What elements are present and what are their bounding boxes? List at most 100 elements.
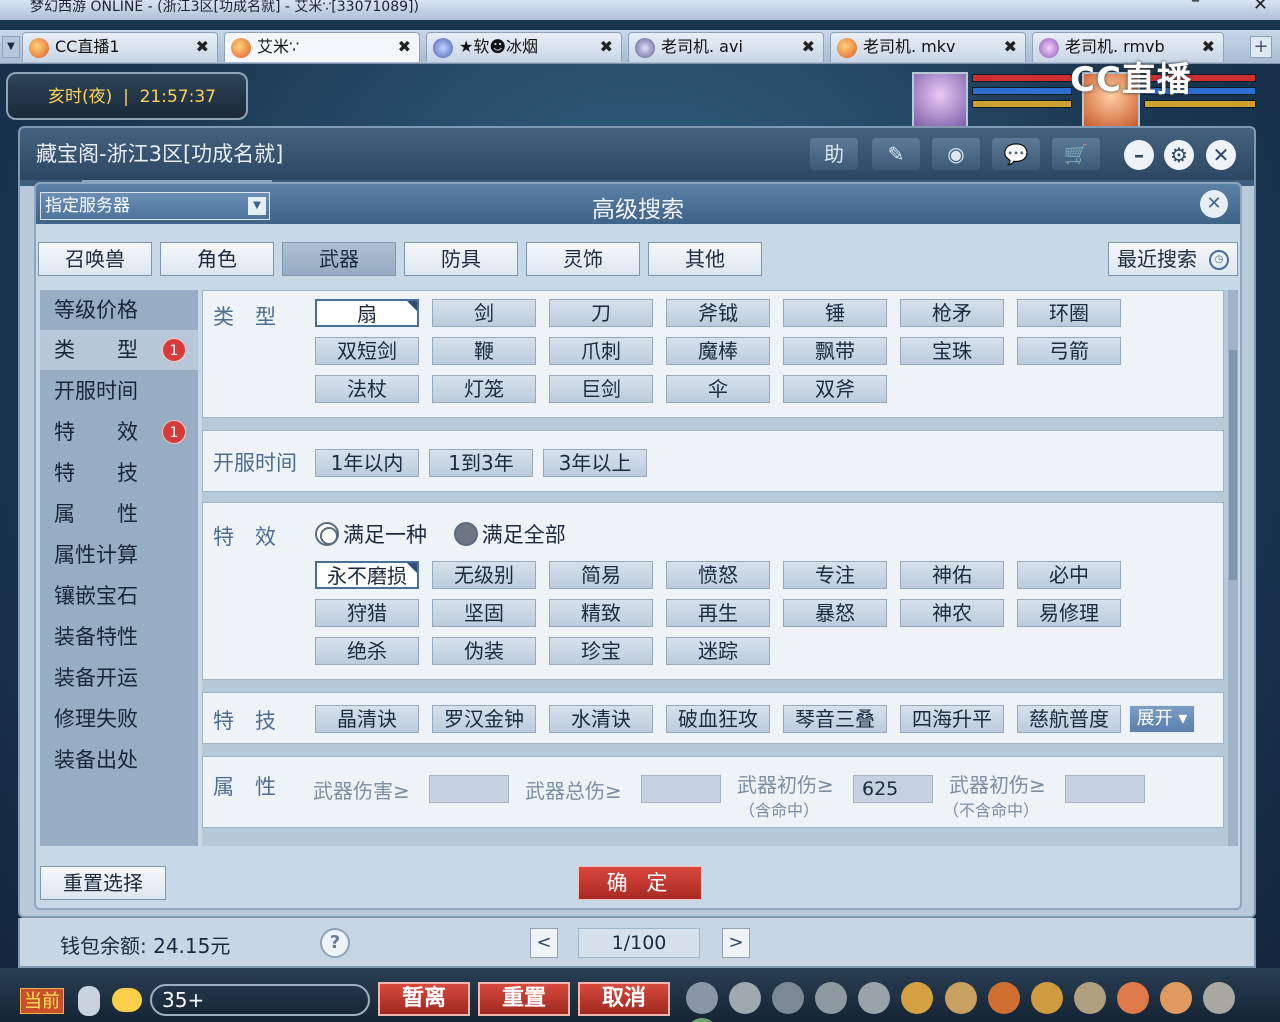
skill-option[interactable]: 罗汉金钟 <box>432 705 536 733</box>
weapon-type-option[interactable]: 法杖 <box>315 375 419 403</box>
radio-match-any[interactable]: 满足一种 <box>315 522 427 547</box>
weapon-type-option[interactable]: 鞭 <box>432 337 536 365</box>
item-icon[interactable] <box>729 982 762 1014</box>
weapon-type-option[interactable]: 枪矛 <box>900 299 1004 327</box>
away-button[interactable]: 暂离 <box>378 982 470 1016</box>
weapon-type-option[interactable]: 爪刺 <box>549 337 653 365</box>
close-tab-icon[interactable]: ✖ <box>196 33 209 61</box>
effect-option[interactable]: 狩猎 <box>315 599 419 627</box>
settings-icon[interactable]: ⚙ <box>1164 140 1194 170</box>
weapon-type-option[interactable]: 剑 <box>432 299 536 327</box>
give-icon[interactable] <box>772 982 805 1014</box>
weapon-type-option[interactable]: 环圈 <box>1017 299 1121 327</box>
activity-icon[interactable] <box>1116 982 1149 1014</box>
gang-icon[interactable] <box>987 982 1020 1014</box>
close-tab-icon[interactable]: ✖ <box>398 33 411 61</box>
tab-laosiji-mkv[interactable]: 老司机. mkv ✖ <box>830 32 1026 62</box>
nav-attr-calc[interactable]: 属性计算 <box>40 535 198 575</box>
tab-scroll-left-button[interactable]: ▼ <box>2 36 20 58</box>
option-within-1-year[interactable]: 1年以内 <box>315 449 419 477</box>
quick-icon[interactable] <box>1030 982 1063 1014</box>
tab-cc-live[interactable]: CC直播1 ✖ <box>22 32 218 62</box>
skill-option[interactable]: 四海升平 <box>900 705 1004 733</box>
nav-effect[interactable]: 特 效1 <box>40 412 198 452</box>
tab-armor[interactable]: 防具 <box>404 242 518 276</box>
nav-repair-fail[interactable]: 修理失败 <box>40 699 198 739</box>
initial-damage-with-hit-input[interactable]: 625 <box>853 775 933 803</box>
effect-option[interactable]: 必中 <box>1017 561 1121 589</box>
weapon-type-option[interactable]: 双斧 <box>783 375 887 403</box>
tab-summon-beast[interactable]: 召唤兽 <box>38 242 152 276</box>
help-icon[interactable]: ? <box>320 928 350 958</box>
pet-icon[interactable] <box>901 982 934 1014</box>
team-icon[interactable] <box>858 982 891 1014</box>
skill-option[interactable]: 破血狂攻 <box>666 705 770 733</box>
tab-weapon[interactable]: 武器 <box>282 242 396 276</box>
close-window-icon[interactable]: ✕ <box>1206 140 1236 170</box>
chat-icon[interactable]: 💬 <box>992 138 1040 170</box>
task-icon[interactable] <box>944 982 977 1014</box>
effect-option[interactable]: 专注 <box>783 561 887 589</box>
initial-damage-without-hit-input[interactable] <box>1065 775 1145 803</box>
nav-level-price[interactable]: 等级价格 <box>40 290 198 330</box>
effect-option[interactable]: 迷踪 <box>666 637 770 665</box>
weapon-type-option[interactable]: 锤 <box>783 299 887 327</box>
skill-option[interactable]: 水清诀 <box>549 705 653 733</box>
nav-attribute[interactable]: 属 性 <box>40 494 198 534</box>
weapon-type-option[interactable]: 双短剑 <box>315 337 419 365</box>
effect-option[interactable]: 珍宝 <box>549 637 653 665</box>
attack-icon[interactable] <box>686 982 718 1014</box>
edit-icon[interactable]: ✎ <box>872 138 920 170</box>
weapon-type-option[interactable]: 扇 <box>315 299 419 327</box>
close-icon[interactable]: ✕ <box>1253 0 1268 14</box>
record-icon[interactable]: ◉ <box>932 138 980 170</box>
effect-option[interactable]: 无级别 <box>432 561 536 589</box>
tab-ruanbingyan[interactable]: ★软☻冰烟 ✖ <box>426 32 622 62</box>
reset-selection-button[interactable]: 重置选择 <box>40 866 166 900</box>
minimize-window-icon[interactable]: – <box>1124 140 1154 170</box>
effect-option[interactable]: 伪装 <box>432 637 536 665</box>
close-tab-icon[interactable]: ✖ <box>600 33 613 61</box>
weapon-type-option[interactable]: 斧钺 <box>666 299 770 327</box>
add-tab-button[interactable]: + <box>1250 36 1272 58</box>
nav-equip-luck[interactable]: 装备开运 <box>40 658 198 698</box>
radio-match-all[interactable]: 满足全部 <box>453 522 566 547</box>
weapon-type-option[interactable]: 巨剑 <box>549 375 653 403</box>
effect-option[interactable]: 愤怒 <box>666 561 770 589</box>
help-game-icon[interactable] <box>686 1018 718 1022</box>
content-scrollbar[interactable] <box>1228 290 1238 846</box>
weapon-type-option[interactable]: 伞 <box>666 375 770 403</box>
effect-option[interactable]: 易修理 <box>1017 599 1121 627</box>
nav-skill[interactable]: 特 技 <box>40 453 198 493</box>
nav-server-time[interactable]: 开服时间 <box>40 371 198 411</box>
effect-option[interactable]: 坚固 <box>432 599 536 627</box>
close-tab-icon[interactable]: ✖ <box>1004 33 1017 61</box>
effect-option[interactable]: 绝杀 <box>315 637 419 665</box>
recent-search-button[interactable]: 最近搜索 ◷ <box>1108 242 1238 276</box>
weapon-type-option[interactable]: 刀 <box>549 299 653 327</box>
nav-equip-source[interactable]: 装备出处 <box>40 740 198 780</box>
chat-input[interactable]: 35+ <box>150 984 370 1016</box>
tab-ornament[interactable]: 灵饰 <box>526 242 640 276</box>
effect-option[interactable]: 简易 <box>549 561 653 589</box>
microphone-icon[interactable] <box>78 986 100 1016</box>
expand-skills-button[interactable]: 展开 ▾ <box>1129 705 1195 733</box>
nav-type[interactable]: 类 型1 <box>40 330 198 370</box>
skill-option[interactable]: 琴音三叠 <box>783 705 887 733</box>
prev-page-button[interactable]: < <box>530 928 558 958</box>
gift-icon[interactable] <box>1160 982 1193 1014</box>
effect-option[interactable]: 神佑 <box>900 561 1004 589</box>
friend-icon[interactable] <box>1073 982 1106 1014</box>
weapon-type-option[interactable]: 灯笼 <box>432 375 536 403</box>
close-tab-icon[interactable]: ✖ <box>802 33 815 61</box>
close-tab-icon[interactable]: ✖ <box>1202 33 1215 61</box>
nav-equip-trait[interactable]: 装备特性 <box>40 617 198 657</box>
weapon-damage-input[interactable] <box>429 775 509 803</box>
reset-game-button[interactable]: 重置 <box>478 982 570 1016</box>
confirm-button[interactable]: 确 定 <box>578 866 702 900</box>
effect-option[interactable]: 再生 <box>666 599 770 627</box>
cart-icon[interactable]: 🛒 <box>1052 138 1100 170</box>
pet-avatar[interactable] <box>912 72 968 128</box>
help-button[interactable]: 助 <box>810 138 858 170</box>
scrollbar-thumb[interactable] <box>1229 350 1237 580</box>
